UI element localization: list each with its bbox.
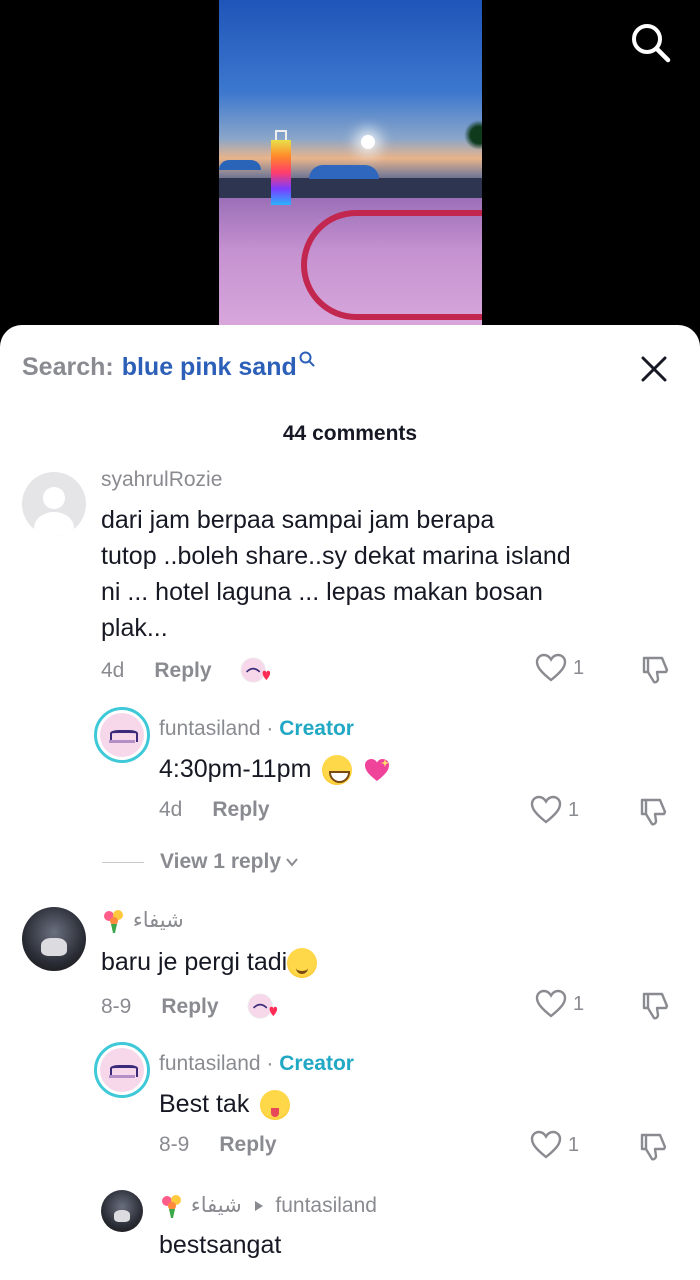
reply-username[interactable]: funtasiland · Creator — [159, 1052, 354, 1076]
like-button[interactable]: 1 — [535, 989, 584, 1019]
related-search[interactable]: Search: blue pink sand — [22, 351, 315, 382]
grinning-emoji-icon — [322, 755, 353, 786]
heart-icon — [530, 1130, 562, 1159]
reply-meta: 8-9 Reply — [159, 1133, 277, 1157]
comment-time: 8-9 — [101, 995, 132, 1018]
creator-avatar[interactable] — [94, 707, 150, 763]
tongue-emoji-icon — [260, 1090, 291, 1121]
comments-sheet: Search: blue pink sand 44 comments syahr… — [0, 325, 700, 1280]
like-count: 1 — [568, 798, 580, 821]
search-icon[interactable] — [628, 20, 672, 64]
dislike-icon[interactable] — [638, 795, 670, 827]
comment-text: dari jam berpaa sampai jam berapa tutop … — [101, 506, 571, 642]
creator-liked-badge-icon — [240, 657, 270, 683]
reply-text: 4:30pm-11pm — [159, 751, 391, 787]
like-button[interactable]: 1 — [535, 653, 584, 683]
reply-button[interactable]: Reply — [154, 659, 211, 683]
sparkling-heart-emoji-icon — [365, 759, 390, 782]
search-query-link[interactable]: blue pink sand — [122, 353, 297, 382]
reply-button[interactable]: Reply — [212, 798, 269, 822]
bouquet-emoji-icon — [104, 910, 123, 934]
avatar[interactable] — [22, 472, 86, 536]
smiling-emoji-icon — [287, 948, 318, 979]
reply-time: 4d — [159, 798, 183, 821]
view-replies-button[interactable]: View 1 reply — [102, 850, 299, 874]
comment-meta: 4d Reply — [101, 656, 272, 686]
like-count: 1 — [568, 1133, 580, 1156]
reply-time: 8-9 — [159, 1133, 190, 1156]
reply-username[interactable]: شيفاء funtasiland — [159, 1193, 377, 1219]
video-player[interactable] — [0, 0, 700, 330]
close-icon[interactable] — [636, 351, 672, 387]
reply-text: bestsangat — [159, 1231, 282, 1259]
heart-icon — [535, 989, 567, 1018]
creator-liked-badge-icon — [247, 993, 277, 1019]
heart-icon — [530, 795, 562, 824]
caret-right-icon — [254, 1201, 263, 1211]
avatar[interactable] — [22, 907, 86, 971]
video-thumbnail[interactable] — [219, 0, 482, 330]
dislike-icon[interactable] — [638, 1130, 670, 1162]
search-icon — [299, 351, 315, 367]
like-button[interactable]: 1 — [530, 1130, 579, 1160]
reply-text: Best tak — [159, 1086, 291, 1122]
comment-username[interactable]: syahrulRozie — [101, 468, 222, 492]
heart-icon — [535, 653, 567, 682]
like-button[interactable]: 1 — [530, 795, 579, 825]
like-count: 1 — [573, 992, 585, 1015]
bouquet-emoji-icon — [162, 1195, 181, 1219]
reply-meta: 4d Reply — [159, 798, 270, 822]
comments-count: 44 comments — [282, 422, 418, 445]
chevron-down-icon — [286, 858, 298, 867]
creator-badge: Creator — [279, 1052, 354, 1075]
comment-time: 4d — [101, 659, 125, 682]
dislike-icon[interactable] — [640, 653, 672, 685]
like-count: 1 — [573, 656, 585, 679]
reply-button[interactable]: Reply — [219, 1133, 276, 1157]
creator-badge: Creator — [279, 717, 354, 740]
dislike-icon[interactable] — [640, 989, 672, 1021]
reply-button[interactable]: Reply — [161, 995, 218, 1019]
avatar[interactable] — [101, 1190, 143, 1232]
comment-username[interactable]: شيفاء — [101, 908, 184, 934]
reply-username[interactable]: funtasiland · Creator — [159, 717, 354, 741]
creator-avatar[interactable] — [94, 1042, 150, 1098]
comment-meta: 8-9 Reply — [101, 992, 279, 1022]
search-label: Search: — [22, 353, 114, 381]
comment-text: baru je pergi tadi — [101, 944, 318, 980]
